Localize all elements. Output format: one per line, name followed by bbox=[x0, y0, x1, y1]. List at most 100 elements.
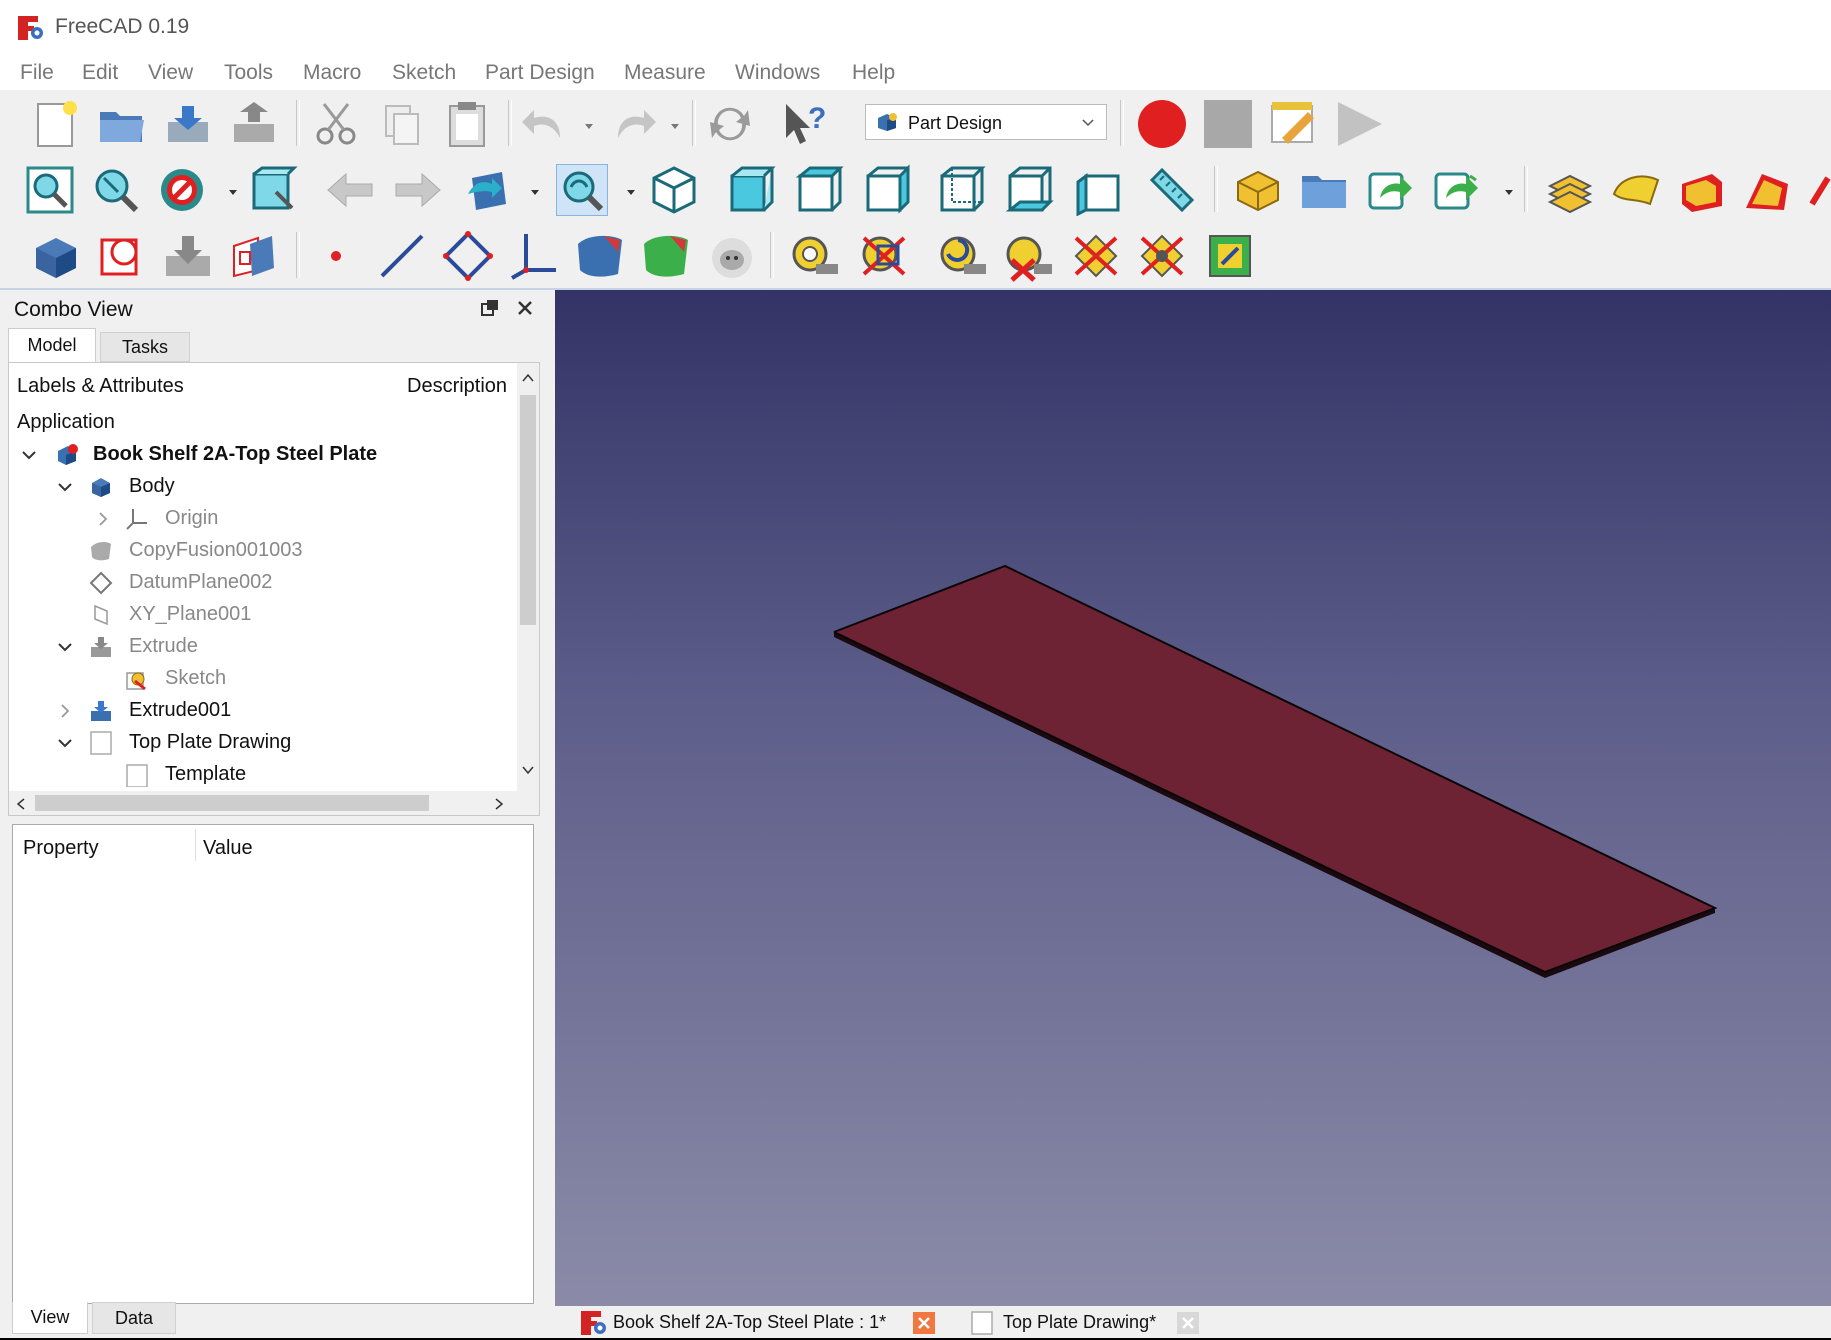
left-view-icon[interactable] bbox=[1072, 164, 1124, 216]
chevron-up-icon[interactable] bbox=[521, 371, 535, 383]
shape-binder-icon[interactable] bbox=[228, 230, 280, 282]
measure-refresh-icon[interactable] bbox=[938, 230, 990, 282]
close-icon[interactable] bbox=[1177, 1312, 1199, 1334]
additive-primitive-icon[interactable] bbox=[1808, 164, 1831, 216]
open-folder-button[interactable] bbox=[96, 98, 148, 150]
chevron-down-icon[interactable] bbox=[521, 763, 535, 775]
measure-toggle-3d-icon[interactable] bbox=[1136, 230, 1188, 282]
tree-row-body[interactable]: Body bbox=[9, 471, 519, 503]
measure-toggle-delta-icon[interactable] bbox=[1204, 230, 1256, 282]
chevron-right-icon[interactable] bbox=[57, 703, 73, 719]
additive-loft-icon[interactable] bbox=[1544, 164, 1596, 216]
close-icon[interactable] bbox=[913, 1312, 935, 1334]
measure-distance-icon[interactable] bbox=[1146, 164, 1198, 216]
menu-sketch[interactable]: Sketch bbox=[392, 61, 456, 85]
tree-row-application[interactable]: Application bbox=[9, 407, 519, 439]
workbench-selector[interactable]: Part Design bbox=[865, 104, 1107, 140]
additive-helix-icon[interactable] bbox=[1610, 164, 1662, 216]
datum-plane-icon[interactable] bbox=[442, 230, 494, 282]
tree-row-xy-plane[interactable]: XY_Plane001 bbox=[9, 599, 519, 631]
measure-linear-icon[interactable] bbox=[790, 230, 842, 282]
validate-sketch-icon[interactable] bbox=[162, 230, 214, 282]
back-arrow-icon[interactable] bbox=[324, 164, 376, 216]
menu-edit[interactable]: Edit bbox=[82, 61, 118, 85]
create-body-icon[interactable] bbox=[30, 230, 82, 282]
bottom-view-icon[interactable] bbox=[1004, 164, 1056, 216]
fit-all-icon[interactable] bbox=[24, 164, 76, 216]
chevron-down-icon[interactable] bbox=[57, 735, 73, 751]
tree-row-document[interactable]: Book Shelf 2A-Top Steel Plate bbox=[9, 439, 519, 471]
tree-horizontal-scrollbar[interactable] bbox=[9, 791, 539, 815]
chevron-right-icon[interactable] bbox=[493, 797, 505, 811]
link-actions-dropdown-icon[interactable] bbox=[1504, 184, 1514, 195]
draw-style-icon[interactable] bbox=[156, 164, 208, 216]
front-view-icon[interactable] bbox=[726, 164, 778, 216]
scrollbar-thumb[interactable] bbox=[520, 395, 536, 625]
create-part-icon[interactable] bbox=[1232, 164, 1284, 216]
clone-icon[interactable] bbox=[640, 230, 692, 282]
copy-icon[interactable] bbox=[376, 98, 428, 150]
redo-dropdown-icon[interactable] bbox=[670, 118, 680, 129]
menu-view[interactable]: View bbox=[148, 61, 193, 85]
menu-tools[interactable]: Tools bbox=[224, 61, 273, 85]
measure-angular-icon[interactable] bbox=[858, 230, 910, 282]
tab-model[interactable]: Model bbox=[8, 328, 96, 362]
menu-file[interactable]: File bbox=[20, 61, 54, 85]
column-description[interactable]: Description bbox=[407, 375, 517, 398]
scrollbar-thumb[interactable] bbox=[35, 795, 429, 811]
link-navigate-icon[interactable] bbox=[462, 164, 514, 216]
tree-row-origin[interactable]: Origin bbox=[9, 503, 519, 535]
fit-selection-icon[interactable] bbox=[90, 164, 142, 216]
save-button[interactable] bbox=[162, 98, 214, 150]
measure-clear-icon[interactable] bbox=[1004, 230, 1056, 282]
tree-row-datumplane[interactable]: DatumPlane002 bbox=[9, 567, 519, 599]
draw-style-dropdown-icon[interactable] bbox=[228, 184, 238, 195]
view-zoom-dropdown-icon[interactable] bbox=[626, 184, 636, 195]
forward-arrow-icon[interactable] bbox=[392, 164, 444, 216]
paste-icon[interactable] bbox=[442, 98, 494, 150]
float-panel-icon[interactable] bbox=[480, 298, 500, 318]
additive-box-icon[interactable] bbox=[1676, 164, 1728, 216]
macro-run-icon[interactable] bbox=[1334, 98, 1386, 150]
top-view-icon[interactable] bbox=[794, 164, 846, 216]
macro-stop-icon[interactable] bbox=[1202, 98, 1254, 150]
undo-icon[interactable] bbox=[520, 98, 572, 150]
refresh-icon[interactable] bbox=[704, 98, 756, 150]
rear-view-icon[interactable] bbox=[936, 164, 988, 216]
whats-this-icon[interactable]: ? bbox=[780, 98, 832, 150]
3d-scene[interactable] bbox=[555, 290, 1831, 1306]
tree-row-template[interactable]: Template bbox=[9, 759, 519, 791]
cut-icon[interactable] bbox=[310, 98, 362, 150]
create-group-icon[interactable] bbox=[1298, 164, 1350, 216]
tree-row-extrude[interactable]: Extrude bbox=[9, 631, 519, 663]
measure-toggle-all-icon[interactable] bbox=[1070, 230, 1122, 282]
tree-row-extrude001[interactable]: Extrude001 bbox=[9, 695, 519, 727]
datum-line-icon[interactable] bbox=[376, 230, 428, 282]
chevron-right-icon[interactable] bbox=[95, 511, 111, 527]
tab-view[interactable]: View bbox=[12, 1302, 88, 1334]
chevron-down-icon[interactable] bbox=[21, 447, 37, 463]
menu-measure[interactable]: Measure bbox=[624, 61, 706, 85]
local-coordinate-system-icon[interactable] bbox=[508, 230, 560, 282]
clone-sheep-icon[interactable] bbox=[706, 230, 758, 282]
additive-wedge-icon[interactable] bbox=[1742, 164, 1794, 216]
create-sketch-icon[interactable] bbox=[96, 230, 148, 282]
doc-tab-book-shelf[interactable]: Book Shelf 2A-Top Steel Plate : 1* bbox=[575, 1306, 945, 1338]
undo-dropdown-icon[interactable] bbox=[584, 118, 594, 129]
macro-record-icon[interactable] bbox=[1136, 98, 1188, 150]
datum-point-icon[interactable] bbox=[310, 230, 362, 282]
doc-tab-top-plate-drawing[interactable]: Top Plate Drawing* bbox=[965, 1306, 1265, 1338]
isometric-view-icon[interactable] bbox=[648, 164, 700, 216]
tab-data[interactable]: Data bbox=[92, 1302, 176, 1334]
column-value[interactable]: Value bbox=[203, 837, 253, 860]
sub-shape-binder-icon[interactable] bbox=[574, 230, 626, 282]
macro-edit-icon[interactable] bbox=[1268, 98, 1320, 150]
column-property[interactable]: Property bbox=[23, 837, 99, 860]
save-as-button[interactable] bbox=[228, 98, 280, 150]
menu-part-design[interactable]: Part Design bbox=[485, 61, 595, 85]
bounding-box-icon[interactable] bbox=[248, 164, 300, 216]
tree-vertical-scrollbar[interactable] bbox=[517, 363, 539, 791]
tree-row-copyfusion[interactable]: CopyFusion001003 bbox=[9, 535, 519, 567]
std-view-zoom-icon[interactable] bbox=[556, 164, 608, 216]
tab-tasks[interactable]: Tasks bbox=[100, 332, 190, 362]
